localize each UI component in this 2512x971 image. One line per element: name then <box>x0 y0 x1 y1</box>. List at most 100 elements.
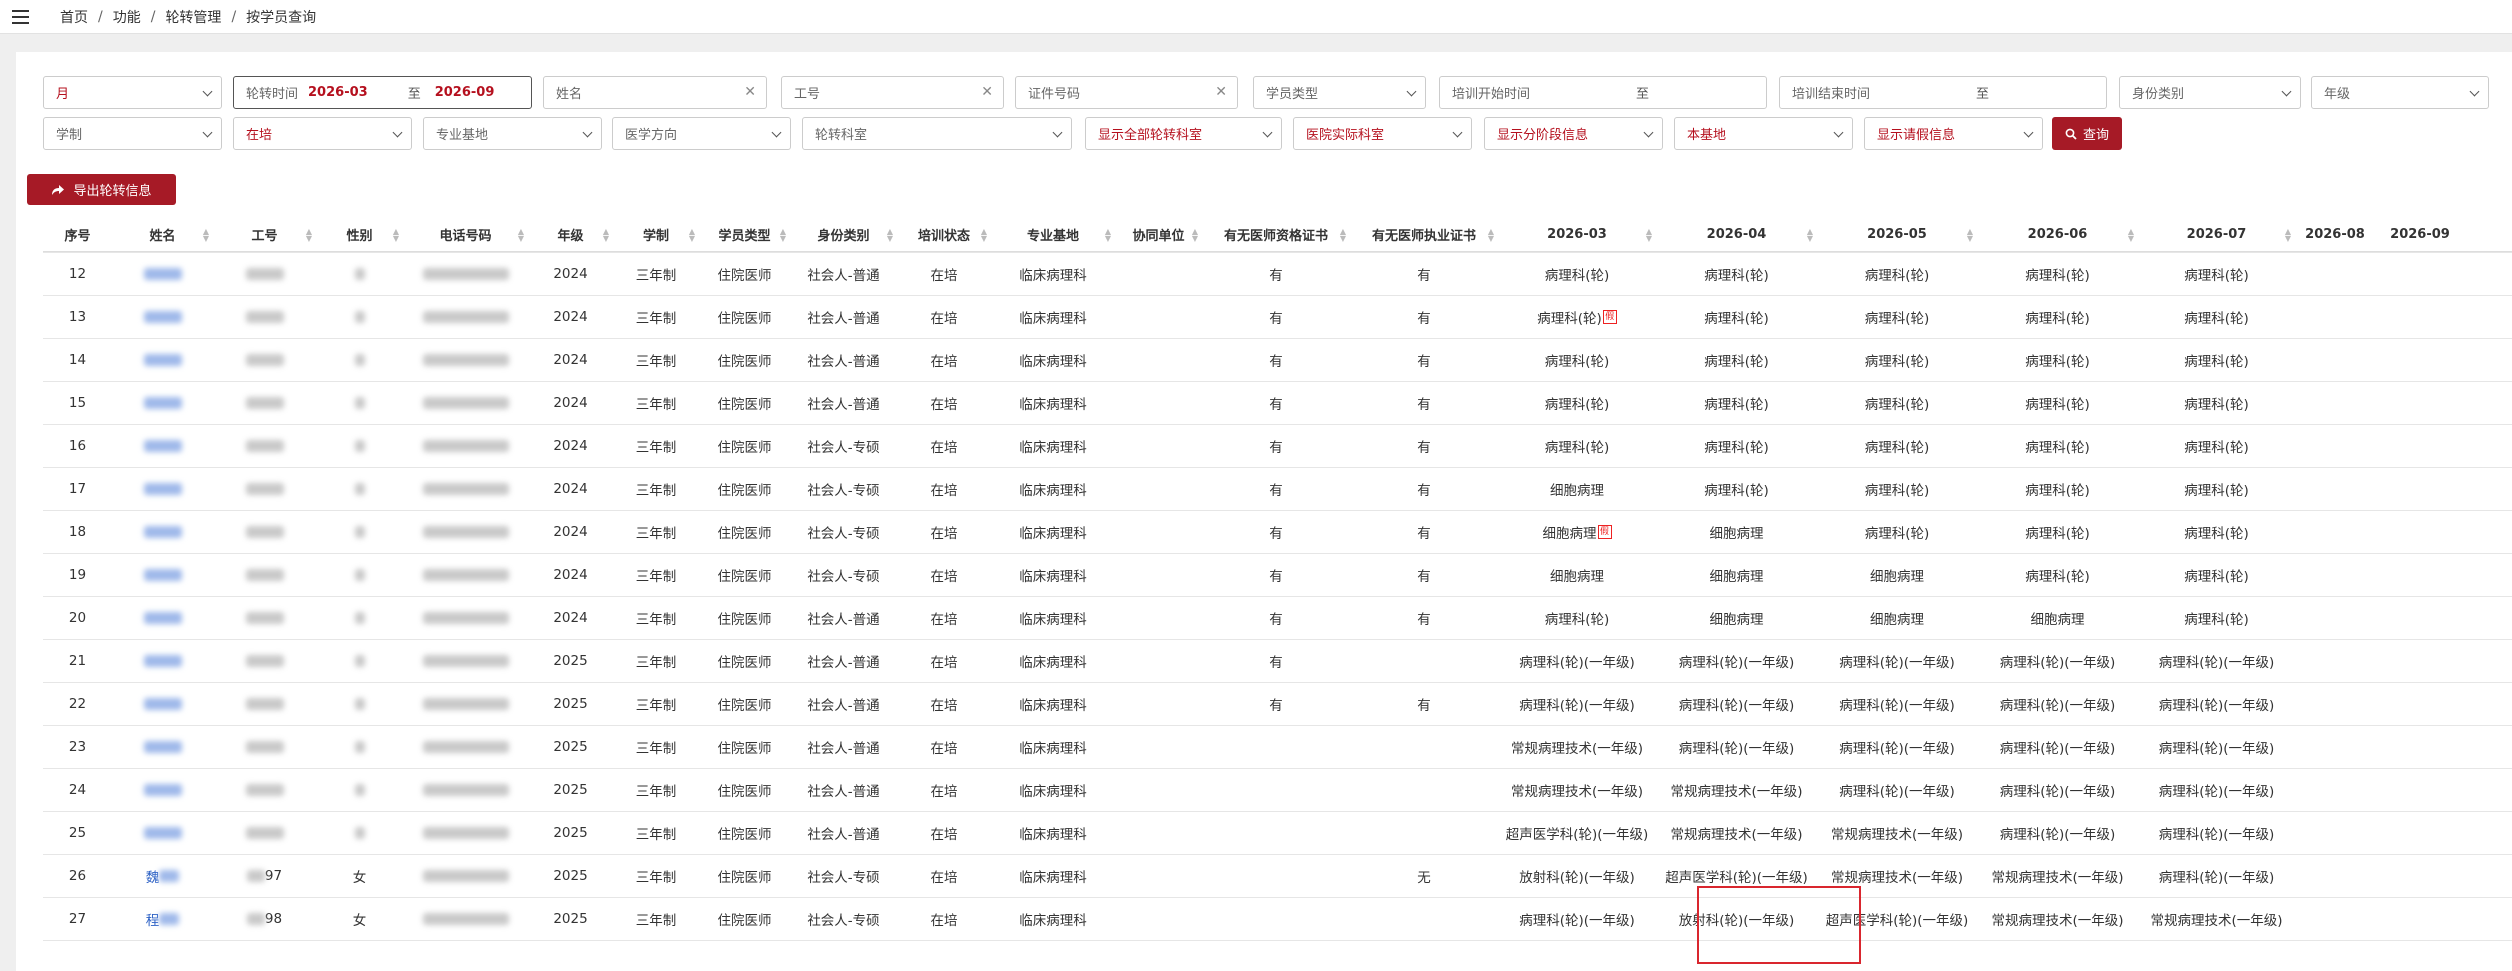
month-cell[interactable] <box>2375 640 2465 682</box>
sort-icon[interactable]: ▲ ▼ <box>981 228 987 243</box>
month-cell[interactable] <box>2295 726 2375 768</box>
show-stage-select[interactable]: 显示分阶段信息 <box>1484 117 1663 150</box>
month-cell[interactable] <box>2375 855 2465 897</box>
sort-icon[interactable]: ▲ ▼ <box>887 228 893 243</box>
month-cell[interactable]: 常规病理技术(一年级) <box>1817 812 1977 854</box>
sort-icon[interactable]: ▲ ▼ <box>1340 228 1346 243</box>
sort-icon[interactable]: ▲ ▼ <box>1807 228 1813 243</box>
table-row[interactable]: 19 2024 三年制 住院医师 社会人-专硕 在培 临床病理科 有 有 细胞病理 细胞病理 细胞病理… <box>43 554 2512 597</box>
month-cell[interactable]: 病理科(轮) <box>1498 253 1656 295</box>
table-row[interactable]: 23 2025 三年制 住院医师 社会人-普通 在培 临床病理科 常规病理技术(一年级) 病理科… <box>43 726 2512 769</box>
month-cell[interactable] <box>2375 425 2465 467</box>
month-cell[interactable]: 病理科(轮)(一年级) <box>2138 812 2295 854</box>
column-header[interactable]: 学制 ▲ ▼ <box>613 218 699 251</box>
rotation-start-input[interactable]: 2026-03 <box>308 85 368 100</box>
month-cell[interactable] <box>2375 511 2465 553</box>
month-cell[interactable] <box>2295 296 2375 338</box>
breadcrumb-function[interactable]: 功能 <box>113 7 141 27</box>
table-row[interactable]: 17 2024 三年制 住院医师 社会人-专硕 在培 临床病理科 有 有 细胞病理 病理科(轮) 病理… <box>43 468 2512 511</box>
breadcrumb-rotation-mgmt[interactable]: 轮转管理 <box>165 7 221 27</box>
base-select[interactable]: 专业基地 <box>423 117 602 150</box>
month-cell[interactable]: 病理科(轮) <box>2138 597 2295 639</box>
month-cell[interactable] <box>2375 898 2465 940</box>
sort-icon[interactable]: ▲ ▼ <box>603 228 609 243</box>
clear-icon[interactable]: ✕ <box>744 84 756 100</box>
month-cell[interactable] <box>2295 855 2375 897</box>
sort-icon[interactable]: ▲ ▼ <box>393 228 399 243</box>
month-cell[interactable]: 病理科(轮)(一年级) <box>2138 726 2295 768</box>
month-cell[interactable]: 病理科(轮)(一年级) <box>2138 769 2295 811</box>
month-cell[interactable]: 病理科(轮) <box>1817 511 1977 553</box>
idcard-input[interactable]: 证件号码 ✕ <box>1015 76 1238 109</box>
sort-icon[interactable]: ▲ ▼ <box>1488 228 1494 243</box>
table-row[interactable]: 14 2024 三年制 住院医师 社会人-普通 在培 临床病理科 有 有 病理科(轮) 病理科(轮)… <box>43 339 2512 382</box>
month-cell[interactable]: 病理科(轮) <box>2138 554 2295 596</box>
month-cell[interactable]: 病理科(轮)(一年级) <box>1498 898 1656 940</box>
column-header[interactable]: 序号 <box>43 218 112 251</box>
sort-icon[interactable]: ▲ ▼ <box>780 228 786 243</box>
month-cell[interactable] <box>2295 554 2375 596</box>
month-cell[interactable]: 病理科(轮)(一年级) <box>1817 726 1977 768</box>
column-header[interactable]: 2026-08 <box>2295 218 2375 251</box>
month-cell[interactable]: 病理科(轮) <box>2138 511 2295 553</box>
column-header[interactable]: 电话号码 ▲ ▼ <box>403 218 528 251</box>
month-cell[interactable]: 病理科(轮)(一年级) <box>1656 683 1817 725</box>
month-cell[interactable]: 细胞病理 <box>1656 511 1817 553</box>
month-cell[interactable] <box>2295 339 2375 381</box>
month-cell[interactable]: 病理科(轮) <box>1977 339 2138 381</box>
table-row[interactable]: 27 程 98 女 2025 三年制 住院医师 社会人-专硕 在培 临床病理科 病理科(轮)(一年级… <box>43 898 2512 941</box>
month-cell[interactable]: 病理科(轮) <box>2138 468 2295 510</box>
student-type-select[interactable]: 学员类型 <box>1253 76 1426 109</box>
month-cell[interactable]: 病理科(轮) <box>1977 296 2138 338</box>
month-cell[interactable]: 病理科(轮)(一年级) <box>2138 855 2295 897</box>
month-cell[interactable]: 病理科(轮) <box>1977 468 2138 510</box>
table-row[interactable]: 18 2024 三年制 住院医师 社会人-专硕 在培 临床病理科有有细胞病理假细胞病理 病理科… <box>43 511 2512 554</box>
train-start-range[interactable]: 培训开始时间 至 <box>1439 76 1767 109</box>
month-cell[interactable]: 病理科(轮) <box>2138 296 2295 338</box>
month-cell[interactable]: 病理科(轮) <box>1656 468 1817 510</box>
column-header[interactable]: 性别 ▲ ▼ <box>316 218 403 251</box>
column-header[interactable]: 有无医师执业证书 ▲ ▼ <box>1350 218 1498 251</box>
sort-icon[interactable]: ▲ ▼ <box>203 228 209 243</box>
month-cell[interactable] <box>2375 296 2465 338</box>
name-cell[interactable] <box>112 769 213 811</box>
export-rotation-button[interactable]: 导出轮转信息 <box>27 174 176 205</box>
month-cell[interactable] <box>2295 468 2375 510</box>
month-cell[interactable]: 病理科(轮) <box>1817 296 1977 338</box>
month-cell[interactable]: 病理科(轮)(一年级) <box>2138 683 2295 725</box>
month-cell[interactable]: 病理科(轮) <box>1977 511 2138 553</box>
month-cell[interactable] <box>2295 597 2375 639</box>
sort-icon[interactable]: ▲ ▼ <box>1105 228 1111 243</box>
month-cell[interactable]: 细胞病理 <box>1656 597 1817 639</box>
student-name-link[interactable]: 程 <box>146 909 160 929</box>
show-leave-select[interactable]: 显示请假信息 <box>1864 117 2043 150</box>
month-cell[interactable]: 病理科(轮)(一年级) <box>1817 683 1977 725</box>
sort-icon[interactable]: ▲ ▼ <box>689 228 695 243</box>
month-cell[interactable]: 病理科(轮) 假 <box>1498 296 1656 338</box>
table-row[interactable]: 25 2025 三年制 住院医师 社会人-普通 在培 临床病理科 超声医学科(轮)(一年级) 常… <box>43 812 2512 855</box>
month-cell[interactable] <box>2375 812 2465 854</box>
month-cell[interactable] <box>2295 640 2375 682</box>
month-cell[interactable]: 病理科(轮) <box>1977 425 2138 467</box>
identity-select[interactable]: 身份类别 <box>2119 76 2301 109</box>
name-cell[interactable] <box>112 554 213 596</box>
column-header[interactable]: 2026-06 ▲ ▼ <box>1977 218 2138 251</box>
menu-toggle-icon[interactable] <box>0 0 40 34</box>
month-cell[interactable]: 病理科(轮) <box>1498 339 1656 381</box>
name-cell[interactable] <box>112 511 213 553</box>
name-cell[interactable] <box>112 597 213 639</box>
name-cell[interactable] <box>112 296 213 338</box>
month-cell[interactable]: 病理科(轮) <box>1656 296 1817 338</box>
month-cell[interactable]: 细胞病理 <box>1977 597 2138 639</box>
column-header[interactable]: 学员类型 ▲ ▼ <box>699 218 790 251</box>
student-name-link[interactable]: 魏 <box>146 866 160 886</box>
name-cell[interactable] <box>112 425 213 467</box>
month-cell[interactable]: 常规病理技术(一年级) <box>1498 769 1656 811</box>
month-cell[interactable]: 细胞病理 <box>1498 554 1656 596</box>
column-header[interactable]: 有无医师资格证书 ▲ ▼ <box>1202 218 1350 251</box>
month-cell[interactable] <box>2375 597 2465 639</box>
month-cell[interactable]: 病理科(轮)(一年级) <box>1977 683 2138 725</box>
month-cell[interactable]: 病理科(轮)(一年级) <box>1817 769 1977 811</box>
month-cell[interactable]: 细胞病理假 <box>1498 511 1656 553</box>
month-cell[interactable]: 病理科(轮) <box>1817 425 1977 467</box>
